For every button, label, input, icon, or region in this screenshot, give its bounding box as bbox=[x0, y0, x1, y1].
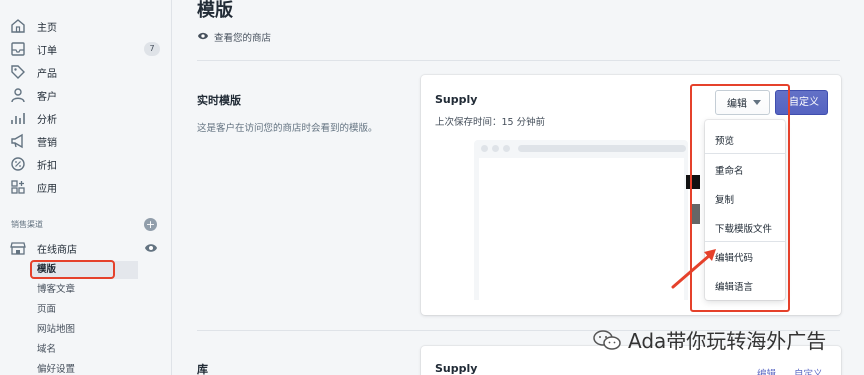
window-dot bbox=[492, 145, 499, 152]
window-dot bbox=[503, 145, 510, 152]
sub-item-blog-posts[interactable]: 博客文章 bbox=[32, 281, 138, 299]
nav-label: 产品 bbox=[37, 68, 57, 80]
library-heading: 库 bbox=[197, 363, 208, 375]
library-customize-link[interactable]: 自定义 bbox=[794, 366, 823, 375]
sidebar: 主页 订单 7 产品 客户 分析 营销 折扣 应用 销售渠道 + 在线商店 模版… bbox=[0, 0, 172, 375]
preview-canvas bbox=[479, 158, 684, 300]
nav-label: 营销 bbox=[37, 137, 57, 149]
apps-icon bbox=[10, 179, 26, 195]
megaphone-icon bbox=[10, 133, 26, 149]
highlight-box bbox=[30, 260, 115, 279]
view-store-link[interactable]: 查看您的商店 bbox=[197, 30, 271, 44]
sub-item-pages[interactable]: 页面 bbox=[32, 301, 138, 319]
analytics-icon bbox=[10, 110, 26, 126]
divider bbox=[197, 60, 840, 61]
theme-name: Supply bbox=[435, 93, 478, 106]
annotation-arrow-icon bbox=[671, 249, 716, 289]
last-saved-text: 上次保存时间：15 分钟前 bbox=[435, 117, 546, 128]
url-bar bbox=[518, 145, 686, 152]
library-theme-name: Supply bbox=[435, 362, 478, 375]
nav-label: 分析 bbox=[37, 114, 57, 126]
orders-icon bbox=[10, 41, 26, 57]
store-icon bbox=[10, 240, 26, 256]
view-store-eye-icon[interactable] bbox=[144, 242, 158, 257]
page-title: 模版 bbox=[197, 0, 233, 21]
tag-icon bbox=[10, 64, 26, 80]
watermark: Ada带你玩转海外广告 bbox=[592, 325, 826, 354]
sales-channels-title: 销售渠道 bbox=[11, 220, 43, 229]
view-store-label: 查看您的商店 bbox=[214, 33, 272, 44]
nav-products[interactable]: 产品 bbox=[0, 61, 172, 83]
nav-apps[interactable]: 应用 bbox=[0, 176, 172, 198]
eye-icon bbox=[197, 31, 209, 44]
person-icon bbox=[10, 87, 26, 103]
nav-label: 在线商店 bbox=[37, 244, 77, 256]
live-theme-description: 这是客户在访问您的商店时会看到的模版。 bbox=[197, 123, 378, 134]
library-edit-link[interactable]: 编辑 bbox=[757, 366, 776, 375]
nav-label: 折扣 bbox=[37, 160, 57, 172]
nav-discounts[interactable]: 折扣 bbox=[0, 153, 172, 175]
add-channel-button[interactable]: + bbox=[144, 218, 157, 231]
theme-preview bbox=[474, 140, 688, 300]
orders-count-badge: 7 bbox=[144, 42, 160, 56]
nav-label: 应用 bbox=[37, 183, 57, 195]
nav-label: 订单 bbox=[37, 45, 57, 57]
nav-orders[interactable]: 订单 7 bbox=[0, 38, 172, 60]
nav-analytics[interactable]: 分析 bbox=[0, 107, 172, 129]
sub-item-navigation[interactable]: 网站地图 bbox=[32, 321, 138, 339]
home-icon bbox=[10, 18, 26, 34]
nav-home[interactable]: 主页 bbox=[0, 15, 172, 37]
wechat-icon bbox=[593, 329, 621, 350]
nav-label: 客户 bbox=[37, 91, 57, 103]
nav-marketing[interactable]: 营销 bbox=[0, 130, 172, 152]
live-theme-heading: 实时模版 bbox=[197, 94, 241, 107]
nav-label: 主页 bbox=[37, 22, 57, 34]
nav-customers[interactable]: 客户 bbox=[0, 84, 172, 106]
sub-item-preferences[interactable]: 偏好设置 bbox=[32, 361, 138, 375]
window-dot bbox=[481, 145, 488, 152]
watermark-text: Ada带你玩转海外广告 bbox=[628, 329, 827, 353]
sub-item-domains[interactable]: 域名 bbox=[32, 341, 138, 359]
discount-icon bbox=[10, 156, 26, 172]
